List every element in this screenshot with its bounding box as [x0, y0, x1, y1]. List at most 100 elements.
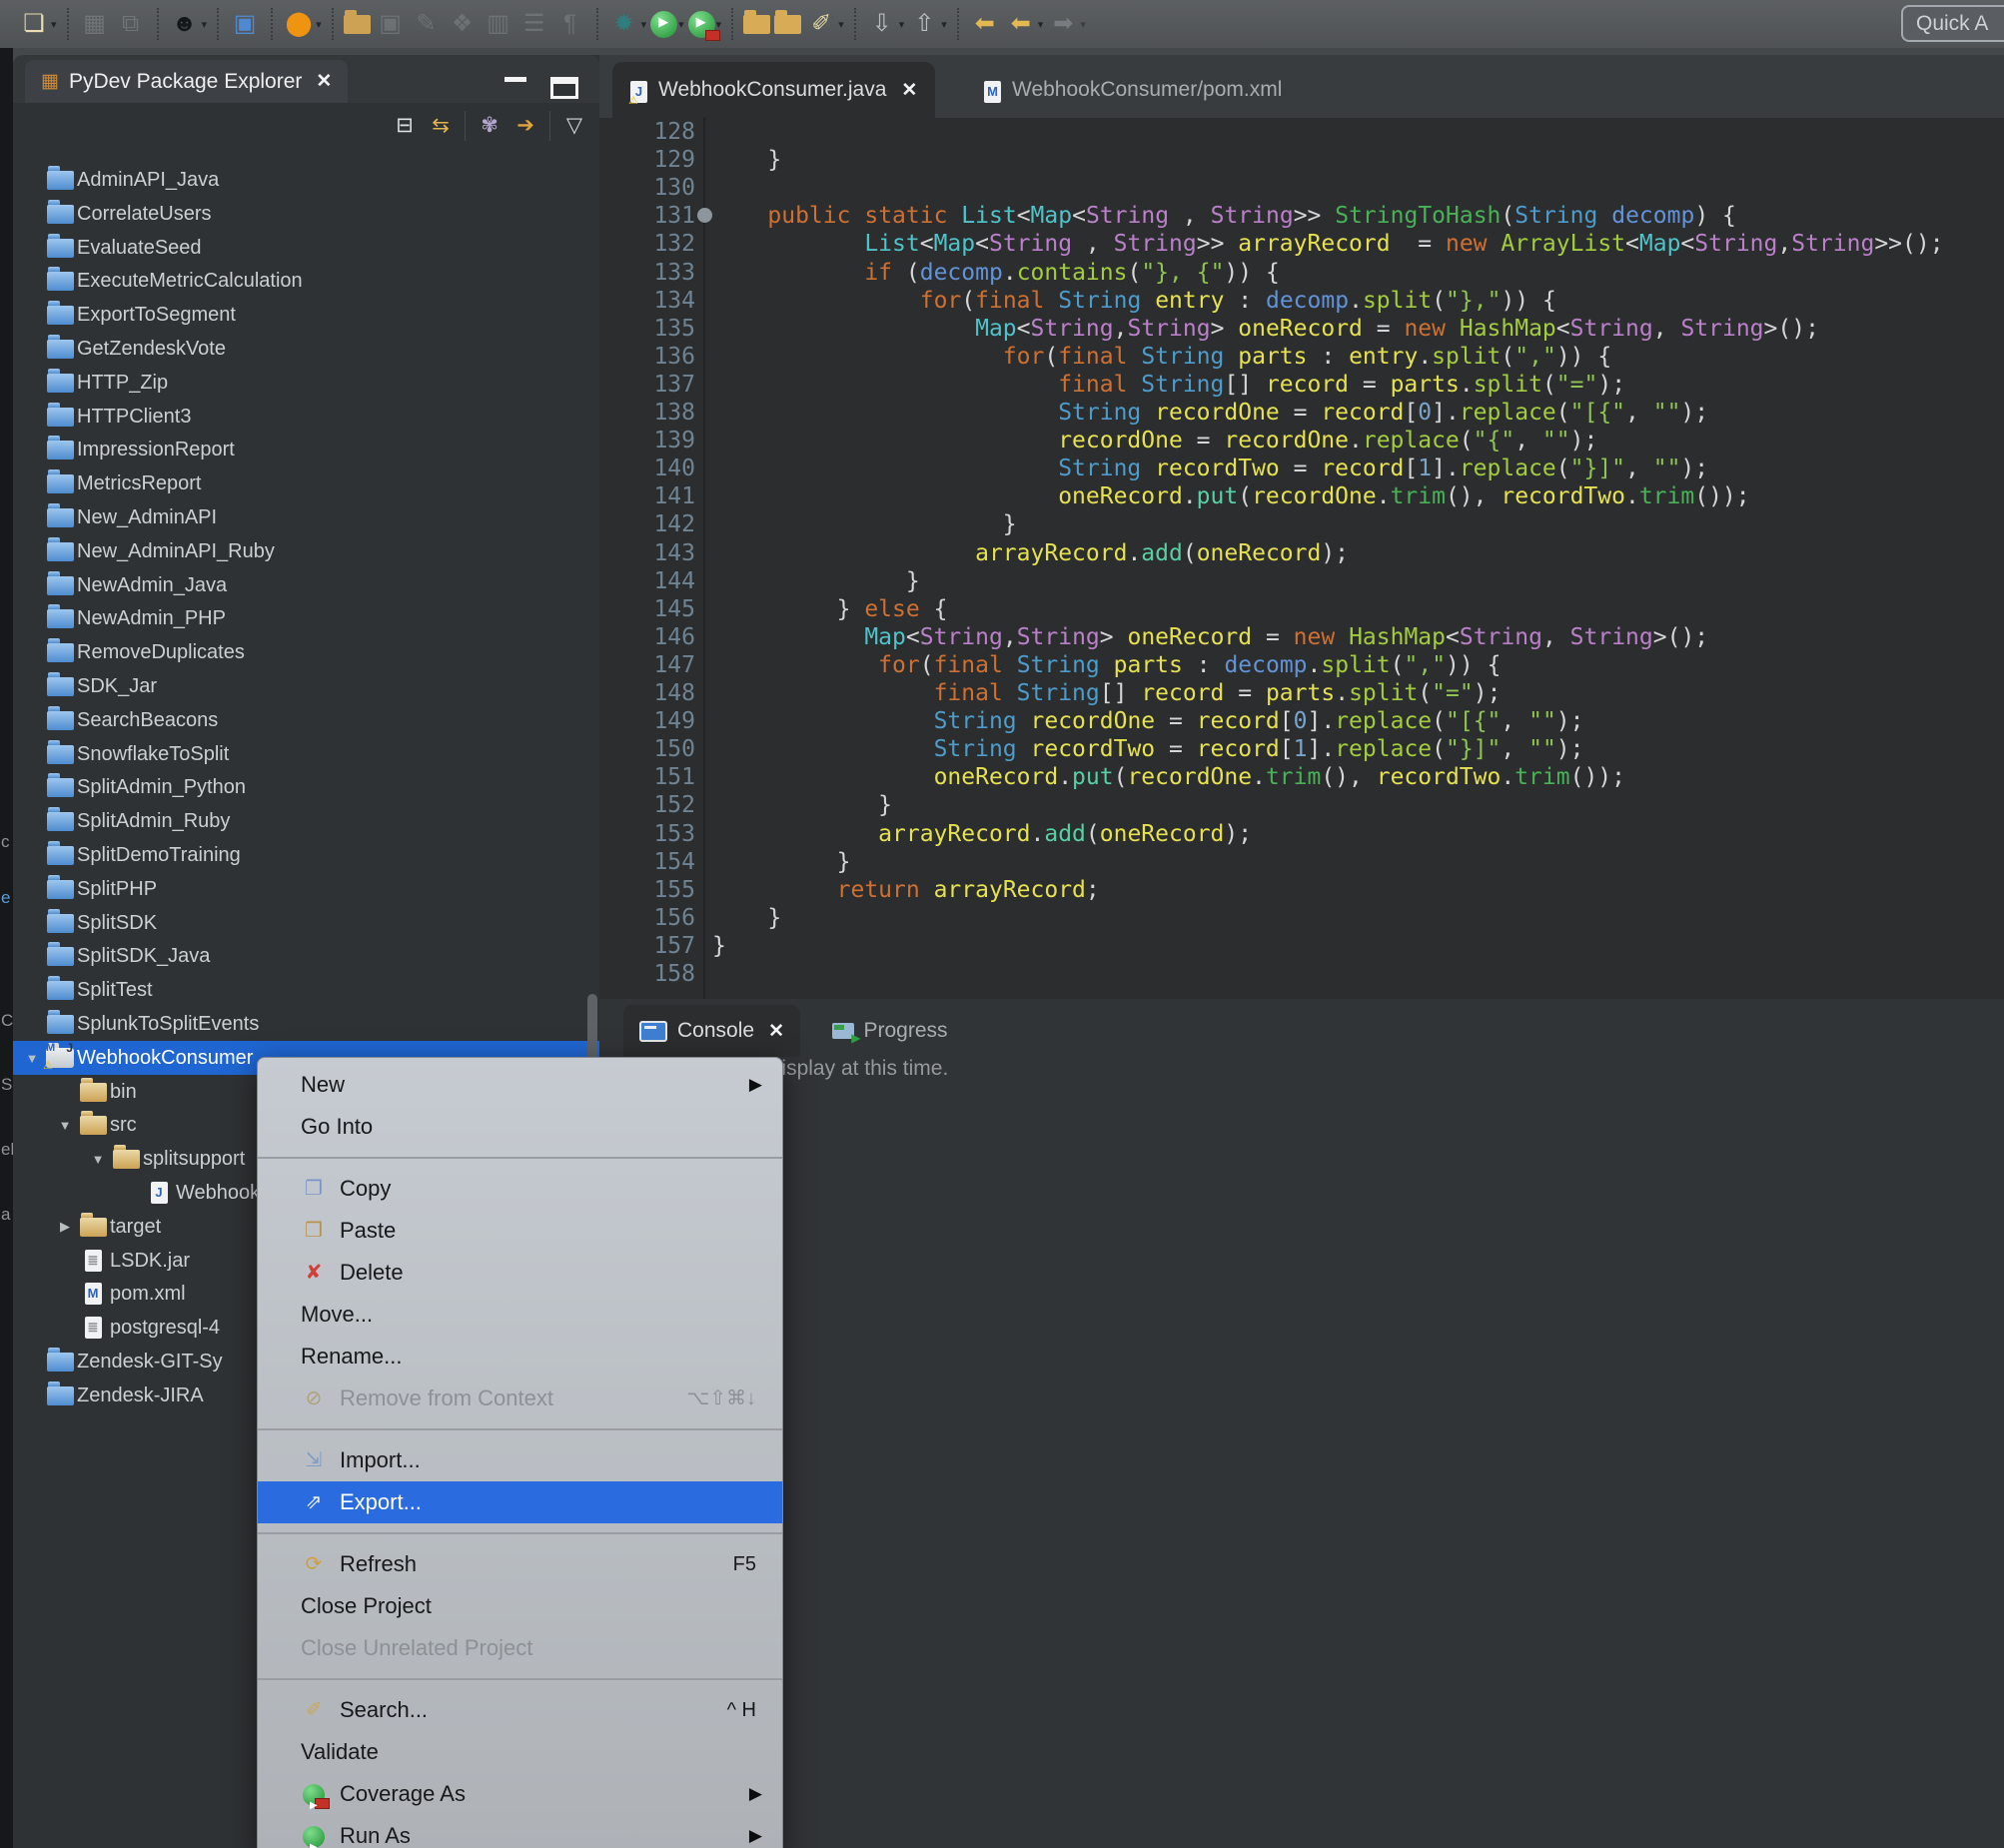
menu-item-close-project[interactable]: Close Project	[258, 1585, 782, 1627]
chevron-down-icon[interactable]: ▾	[1080, 18, 1086, 31]
tree-item-CorrelateUsers[interactable]: CorrelateUsers	[13, 197, 599, 231]
menu-item-new[interactable]: New▶	[258, 1064, 782, 1106]
tree-item-RemoveDuplicates[interactable]: RemoveDuplicates	[13, 635, 599, 669]
menu-item-run-as[interactable]: Run As▶	[258, 1815, 782, 1848]
tree-item-iconbox	[43, 272, 77, 291]
profile-button[interactable]: ▾	[688, 5, 722, 43]
tree-item-SplitAdmin_Python[interactable]: SplitAdmin_Python	[13, 770, 599, 804]
chevron-down-icon[interactable]: ▾	[1038, 18, 1044, 31]
menu-item-delete[interactable]: ✘Delete	[258, 1252, 782, 1294]
tree-item-label: HTTPClient3	[77, 406, 191, 429]
quick-access-box[interactable]: Quick A	[1901, 5, 2004, 42]
editor-tab-WebhookConsumer.java[interactable]: J⚠WebhookConsumer.java✕	[612, 62, 935, 118]
collapse-all-icon[interactable]: ⊟	[388, 108, 422, 144]
expand-arrow-icon[interactable]: ▼	[21, 1051, 43, 1066]
chevron-down-icon[interactable]: ▾	[678, 18, 684, 31]
open-resource-button[interactable]	[344, 5, 371, 43]
tree-item-label: splitsupport	[143, 1148, 245, 1171]
expand-arrow-icon[interactable]: ▼	[54, 1118, 76, 1133]
last-edit-location-button[interactable]: ⬅	[969, 5, 1001, 43]
tree-item-SDK_Jar[interactable]: SDK_Jar	[13, 669, 599, 703]
back-button[interactable]: ⬅▾	[1005, 5, 1044, 43]
tree-item-HTTPClient3[interactable]: HTTPClient3	[13, 400, 599, 434]
open-folder-button[interactable]	[743, 5, 770, 43]
tree-item-ExecuteMetricCalculation[interactable]: ExecuteMetricCalculation	[13, 264, 599, 298]
focus-task-icon[interactable]: ➔	[508, 108, 542, 144]
tree-item-EvaluateSeed[interactable]: EvaluateSeed	[13, 231, 599, 265]
new-wizard-button[interactable]: ❏▾	[18, 5, 57, 43]
maximize-view-button[interactable]	[550, 77, 578, 99]
menu-item-coverage-as[interactable]: Coverage As▶	[258, 1773, 782, 1815]
chevron-down-icon[interactable]: ▾	[641, 18, 647, 31]
tree-item-New_AdminAPI_Ruby[interactable]: New_AdminAPI_Ruby	[13, 534, 599, 568]
tree-item-New_AdminAPI[interactable]: New_AdminAPI	[13, 500, 599, 534]
code-text: }	[712, 510, 1017, 538]
tree-item-SplitSDK_Java[interactable]: SplitSDK_Java	[13, 939, 599, 973]
prev-annotation-button[interactable]: ⇧▾	[908, 5, 947, 43]
line-number: 133	[639, 259, 695, 287]
chevron-down-icon[interactable]: ▾	[838, 18, 844, 31]
tree-item-SplitTest[interactable]: SplitTest	[13, 973, 599, 1007]
next-annotation-button[interactable]: ⇩▾	[866, 5, 905, 43]
menu-item-move-[interactable]: Move...	[258, 1294, 782, 1336]
debug-button[interactable]: ✹▾	[608, 5, 647, 43]
menu-item-search-[interactable]: ✐Search...^ H	[258, 1689, 782, 1731]
menu-item-go-into[interactable]: Go Into	[258, 1106, 782, 1148]
code-text: }	[712, 567, 920, 595]
tree-item-ImpressionReport[interactable]: ImpressionReport	[13, 433, 599, 466]
menu-item-export-[interactable]: ⇗Export...	[258, 1481, 782, 1523]
code-line-142: 142 }	[599, 510, 2004, 538]
mark-occurrences-button[interactable]: ✐▾	[805, 5, 844, 43]
tree-item-MetricsReport[interactable]: MetricsReport	[13, 466, 599, 500]
tree-item-SplitAdmin_Ruby[interactable]: SplitAdmin_Ruby	[13, 804, 599, 838]
tree-item-NewAdmin_Java[interactable]: NewAdmin_Java	[13, 568, 599, 602]
close-icon[interactable]: ✕	[316, 70, 332, 93]
menu-item-validate[interactable]: Validate	[258, 1731, 782, 1773]
console-tab-Console[interactable]: Console✕	[623, 1005, 800, 1057]
tree-item-SplunkToSplitEvents[interactable]: SplunkToSplitEvents	[13, 1007, 599, 1041]
chevron-down-icon[interactable]: ▾	[51, 18, 57, 31]
link-with-editor-icon[interactable]: ⇆	[424, 108, 458, 144]
menu-item-copy[interactable]: ❐Copy	[258, 1168, 782, 1210]
user-profile-button[interactable]: ☻▾	[169, 5, 208, 43]
plugin-button[interactable]: ⬤▾	[283, 5, 322, 43]
open-clipboard-button[interactable]	[774, 5, 801, 43]
tree-item-SearchBeacons[interactable]: SearchBeacons	[13, 703, 599, 737]
tree-item-SplitDemoTraining[interactable]: SplitDemoTraining	[13, 838, 599, 872]
line-number: 155	[639, 876, 695, 904]
tree-item-SnowflakeToSplit[interactable]: SnowflakeToSplit	[13, 737, 599, 771]
minimize-view-button[interactable]	[504, 77, 526, 82]
chevron-down-icon[interactable]: ▾	[202, 18, 208, 31]
submenu-arrow-icon: ▶	[749, 1815, 762, 1848]
view-menu-icon[interactable]: ▽	[557, 108, 591, 144]
tree-item-SplitPHP[interactable]: SplitPHP	[13, 872, 599, 906]
code-line-149: 149 String recordOne = record[0].replace…	[599, 707, 2004, 735]
tree-item-NewAdmin_PHP[interactable]: NewAdmin_PHP	[13, 601, 599, 635]
expand-arrow-icon[interactable]: ▼	[87, 1152, 109, 1167]
tab-pydev-package-explorer[interactable]: ▦ PyDev Package Explorer ✕	[25, 60, 348, 103]
run-button[interactable]: ▾	[650, 5, 684, 43]
tree-item-GetZendeskVote[interactable]: GetZendeskVote	[13, 332, 599, 366]
code-editor[interactable]: 128129 }130131 public static List<Map<St…	[599, 118, 2004, 999]
tree-item-AdminAPI_Java[interactable]: AdminAPI_Java	[13, 163, 599, 197]
chevron-down-icon[interactable]: ▾	[316, 18, 322, 31]
menu-item-import-[interactable]: ⇲Import...	[258, 1439, 782, 1481]
fold-marker-icon[interactable]	[697, 208, 712, 223]
menu-item-paste[interactable]: ❒Paste	[258, 1210, 782, 1252]
console-tab-Progress[interactable]: Progress	[816, 1005, 964, 1057]
tree-item-HTTP_Zip[interactable]: HTTP_Zip	[13, 366, 599, 400]
close-icon[interactable]: ✕	[901, 79, 917, 102]
tree-item-ExportToSegment[interactable]: ExportToSegment	[13, 298, 599, 332]
console-view-button[interactable]: ▣	[229, 5, 261, 43]
menu-item-rename-[interactable]: Rename...	[258, 1336, 782, 1378]
close-icon[interactable]: ✕	[768, 1020, 784, 1043]
chevron-down-icon[interactable]: ▾	[899, 18, 905, 31]
tree-item-iconbox	[76, 1218, 110, 1237]
chevron-down-icon[interactable]: ▾	[941, 18, 947, 31]
editor-tab-WebhookConsumer/pom.xml[interactable]: MWebhookConsumer/pom.xml	[966, 62, 1300, 118]
working-sets-icon[interactable]: ✾	[473, 108, 506, 144]
menu-item-refresh[interactable]: ⟳RefreshF5	[258, 1543, 782, 1585]
tree-item-SplitSDK[interactable]: SplitSDK	[13, 906, 599, 940]
expand-arrow-icon[interactable]: ▶	[54, 1219, 76, 1235]
code-line-133: 133 if (decomp.contains("}, {")) {	[599, 259, 2004, 287]
